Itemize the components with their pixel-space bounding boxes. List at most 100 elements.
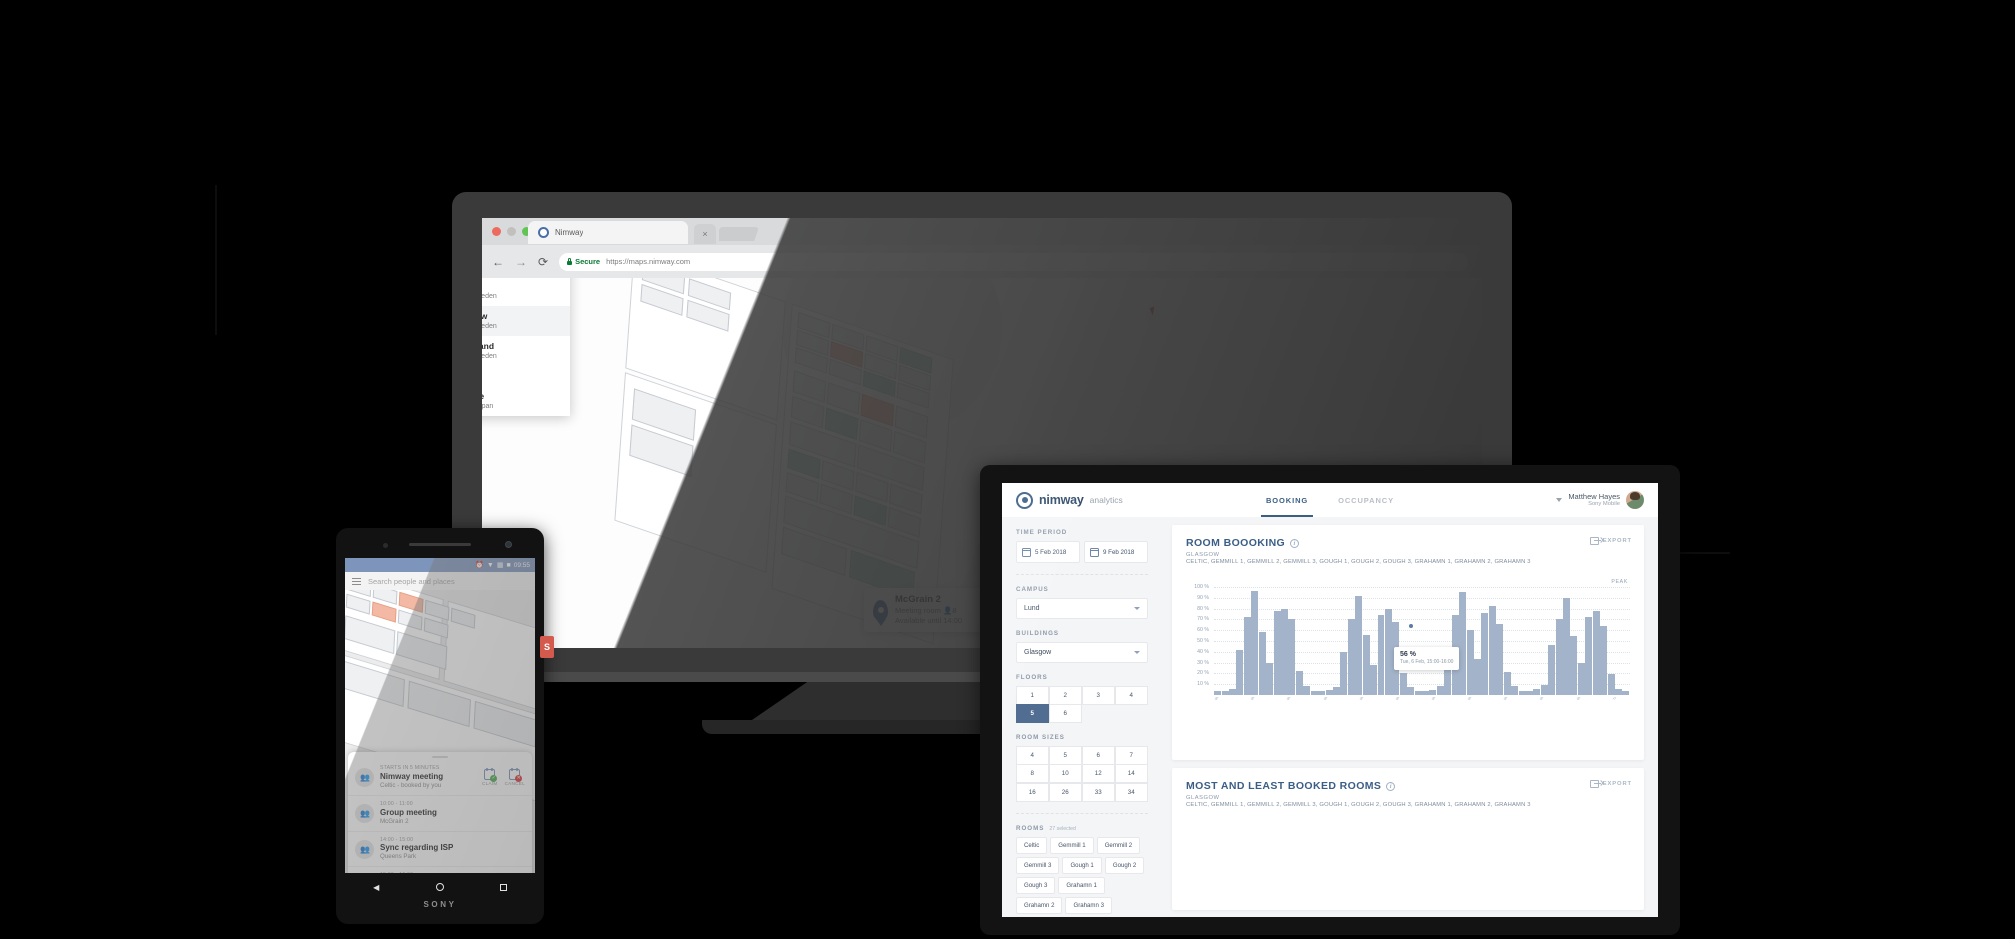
room-chip[interactable]: Gough 1 <box>1062 856 1102 874</box>
chart-bar[interactable] <box>1340 651 1348 695</box>
floor-cell-1[interactable]: 1 <box>1015 685 1049 705</box>
chart-bar[interactable] <box>1563 597 1571 695</box>
map-room-popup[interactable]: McGrain 2 Meeting room 👤8 Available unti… <box>864 588 994 632</box>
avatar[interactable] <box>1626 491 1644 509</box>
chart-bar[interactable] <box>1548 645 1556 695</box>
building-item-glasgow[interactable]: Glasgow Lund, Sweden <box>482 306 570 336</box>
chart-bar[interactable] <box>1355 595 1363 695</box>
chart-bar[interactable] <box>1332 687 1340 695</box>
room-size-cell-33[interactable]: 33 <box>1081 782 1115 802</box>
chart-bar[interactable] <box>1570 635 1578 695</box>
floor-cell-3[interactable]: 3 <box>1081 685 1115 705</box>
chart-bar[interactable] <box>1414 690 1422 695</box>
room-chip[interactable]: Gemmill 2 <box>1096 836 1141 854</box>
chart-bar[interactable] <box>1592 610 1600 695</box>
chart-bar[interactable] <box>1481 612 1489 695</box>
home-icon[interactable] <box>435 883 444 891</box>
close-icon[interactable] <box>492 227 501 236</box>
chart-bar[interactable] <box>1503 672 1511 695</box>
address-bar[interactable]: Secure https://maps.nimway.com <box>559 252 1468 271</box>
room-size-cell-4[interactable]: 4 <box>1015 745 1049 765</box>
export-button-2[interactable]: EXPORT <box>1589 780 1632 788</box>
meeting-action-cancel[interactable]: ✕ CANCEL <box>505 767 525 786</box>
back-icon[interactable]: ← <box>492 255 504 269</box>
room-size-cell-12[interactable]: 12 <box>1081 764 1115 783</box>
chart-bar[interactable] <box>1273 610 1281 695</box>
room-chip[interactable]: Grahamn 3 <box>1065 896 1112 914</box>
phone-search-bar[interactable]: Search people and places <box>345 572 535 590</box>
info-icon[interactable]: i <box>1290 538 1300 548</box>
room-size-cell-10[interactable]: 10 <box>1048 764 1082 783</box>
account-dropdown[interactable]: Axel Jönemyr Sony SIGN OUT Lund Bricks L… <box>482 278 570 416</box>
browser-tab-other[interactable] <box>719 227 759 241</box>
export-button-1[interactable]: EXPORT <box>1589 537 1632 545</box>
chart-bar[interactable] <box>1600 625 1608 695</box>
reload-icon[interactable]: ⟳ <box>538 255 548 269</box>
chart-bar[interactable] <box>1310 690 1318 695</box>
chart-bar[interactable] <box>1377 615 1385 695</box>
floor-cell-5[interactable]: 5 <box>1015 704 1049 723</box>
chart-bar[interactable] <box>1518 690 1526 695</box>
chart-bar[interactable] <box>1288 619 1296 695</box>
window-controls[interactable] <box>492 227 531 236</box>
meeting-action-claim[interactable]: ✓ CLAIM <box>482 767 498 786</box>
chart-bar[interactable] <box>1533 688 1541 695</box>
tab-booking[interactable]: BOOKING <box>1260 483 1314 517</box>
back-icon[interactable]: ◀ <box>373 883 379 892</box>
chart-bar[interactable] <box>1347 619 1355 695</box>
room-size-cell-16[interactable]: 16 <box>1015 782 1049 802</box>
room-chip[interactable]: Gemmill 3 <box>1016 856 1060 874</box>
room-size-cell-14[interactable]: 14 <box>1114 764 1148 783</box>
chart-bar[interactable] <box>1407 687 1415 695</box>
chart-bar[interactable] <box>1429 689 1437 695</box>
chart-bar[interactable] <box>1473 659 1481 695</box>
room-chip[interactable]: Gray 3 <box>1090 916 1125 917</box>
chart-bar[interactable] <box>1436 686 1444 695</box>
chart-bar[interactable] <box>1370 664 1378 695</box>
chart-bar[interactable] <box>1362 634 1370 695</box>
chart-bar[interactable] <box>1615 688 1622 695</box>
date-from-button[interactable]: 5 Feb 2018 <box>1016 541 1080 563</box>
brand-logo[interactable]: nimway analytics <box>1016 491 1123 509</box>
chart-bar[interactable] <box>1577 662 1585 695</box>
chart-bar[interactable] <box>1325 689 1333 695</box>
minimize-icon[interactable] <box>507 227 516 236</box>
chart-bar[interactable] <box>1258 632 1266 695</box>
chart-bar[interactable] <box>1525 690 1533 695</box>
phone-nav-bar[interactable]: ◀ <box>345 876 535 898</box>
chart-bar[interactable] <box>1422 690 1430 695</box>
room-chip[interactable]: Gemmill 1 <box>1050 836 1094 854</box>
chart-bar[interactable] <box>1318 690 1326 695</box>
building-item-greenland[interactable]: Greenland Lund, Sweden <box>482 336 570 366</box>
building-item-seaside[interactable]: Seaside Tokyo, Japan <box>482 386 570 416</box>
chart-bar[interactable] <box>1488 606 1496 695</box>
room-size-cell-8[interactable]: 8 <box>1015 764 1049 783</box>
info-icon[interactable]: i <box>1386 781 1396 791</box>
chart-bar[interactable] <box>1229 688 1237 695</box>
chart-bar[interactable] <box>1585 617 1593 695</box>
room-size-cell-6[interactable]: 6 <box>1081 745 1115 765</box>
chart-bar[interactable] <box>1399 673 1407 695</box>
meeting-list-item[interactable]: 👥 10:00 - 11:00 Group meeting McGrain 2 <box>348 796 532 832</box>
floor-cell-2[interactable]: 2 <box>1048 685 1082 705</box>
recents-icon[interactable] <box>499 883 507 891</box>
chart-bar[interactable] <box>1511 686 1519 695</box>
tab-occupancy[interactable]: OCCUPANCY <box>1338 483 1394 517</box>
date-to-button[interactable]: 9 Feb 2018 <box>1084 541 1148 563</box>
room-chip[interactable]: Gough 2 <box>1104 856 1145 874</box>
sheet-drag-handle[interactable] <box>432 756 448 758</box>
building-item-bricks[interactable]: Bricks Lund, Sweden <box>482 278 570 306</box>
chart-bar[interactable] <box>1607 674 1615 695</box>
chart-bar[interactable] <box>1266 662 1274 695</box>
chart-bar[interactable] <box>1236 649 1244 695</box>
room-size-cell-7[interactable]: 7 <box>1114 745 1148 765</box>
chart-bar[interactable] <box>1303 686 1311 695</box>
room-size-cell-34[interactable]: 34 <box>1114 782 1148 802</box>
buildings-select[interactable]: Glasgow <box>1016 642 1148 663</box>
chevron-down-icon[interactable] <box>1556 498 1563 502</box>
chart-bar[interactable] <box>1459 592 1467 695</box>
room-chip[interactable]: Gough 3 <box>1016 876 1056 894</box>
chart-bar[interactable] <box>1466 630 1474 695</box>
menu-icon[interactable] <box>352 577 361 585</box>
phone-meetings-sheet[interactable]: 👥 STARTS IN 5 MINUTES Nimway meeting Celtic… <box>348 752 532 873</box>
